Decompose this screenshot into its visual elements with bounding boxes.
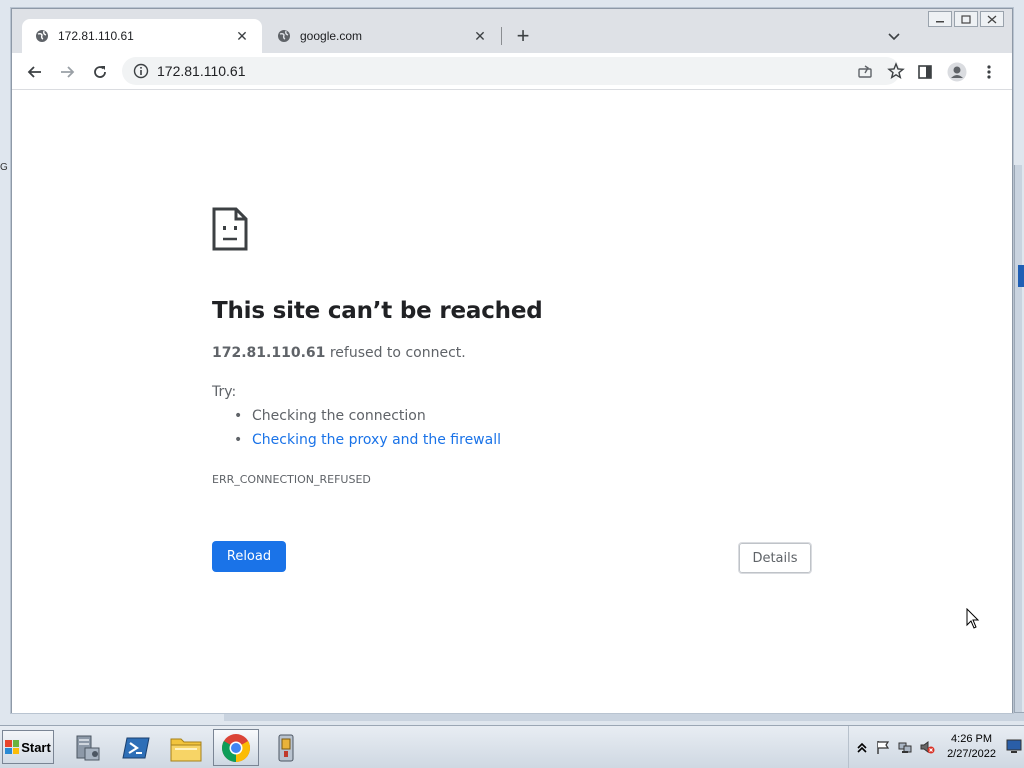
new-tab-button[interactable]: + [512,25,534,48]
tab-strip: 172.81.110.61 ✕ google.com ✕ + [12,9,1012,53]
background-scroll-thumb[interactable] [1018,265,1024,287]
error-description: 172.81.110.61 refused to connect. [212,345,466,361]
suggestion-item: Checking the connection [234,407,501,431]
mouse-cursor-icon [966,607,980,630]
try-label: Try: [212,384,237,400]
error-message: refused to connect. [329,345,466,361]
show-hidden-icons-icon[interactable] [854,739,870,755]
suggestion-list: Checking the connection Checking the pro… [234,407,501,455]
tab-close-icon[interactable]: ✕ [472,28,488,44]
tab-active[interactable]: 172.81.110.61 ✕ [22,19,262,53]
powershell-icon[interactable] [113,729,159,766]
tab-inactive[interactable]: google.com ✕ [264,19,500,53]
info-icon[interactable] [132,62,150,80]
tab-search-icon[interactable] [885,27,903,45]
reload-icon[interactable] [89,61,111,83]
server-manager-icon[interactable] [64,729,110,766]
show-desktop-icon[interactable] [1006,738,1022,754]
globe-icon [34,28,50,44]
reload-button[interactable]: Reload [212,541,286,572]
close-window-button[interactable] [980,11,1004,27]
taskbar: Start 4:26 PM 2/27/2022 [0,725,1024,768]
bookmark-star-icon[interactable] [887,62,905,80]
clock-time: 4:26 PM [951,733,993,745]
share-icon[interactable] [856,62,874,80]
windows-logo-icon [5,740,20,754]
error-page: This site can’t be reached 172.81.110.61… [12,91,1012,713]
address-bar[interactable]: 172.81.110.61 [122,57,905,85]
sad-page-icon [212,207,248,251]
tab-separator [501,27,502,45]
browser-toolbar: 172.81.110.61 [12,53,1012,90]
back-arrow-icon[interactable] [24,61,46,83]
browser-window: 172.81.110.61 ✕ google.com ✕ + 172.81.11… [11,8,1013,713]
chrome-icon[interactable] [213,729,259,766]
forward-arrow-icon[interactable] [56,61,78,83]
start-label: Start [21,739,51,755]
system-tray: 4:26 PM 2/27/2022 [848,726,1024,768]
background-label: G [0,162,8,173]
network-icon[interactable] [897,739,913,755]
tab-close-icon[interactable]: ✕ [234,28,250,44]
background-horizontal-scrollbar[interactable] [224,712,1024,721]
side-panel-icon[interactable] [914,61,936,83]
error-title: This site can’t be reached [212,298,543,324]
suggestion-link-proxy-firewall[interactable]: Checking the proxy and the firewall [234,431,501,455]
tab-title: google.com [300,29,363,43]
restore-button[interactable] [954,11,978,27]
kebab-menu-icon[interactable] [978,61,1000,83]
tab-title: 172.81.110.61 [58,29,134,43]
error-code: ERR_CONNECTION_REFUSED [212,473,371,486]
profile-avatar-icon[interactable] [946,61,968,83]
details-button[interactable]: Details [738,542,812,574]
globe-icon [276,28,292,44]
error-host: 172.81.110.61 [212,345,326,361]
start-button[interactable]: Start [2,730,54,764]
action-center-flag-icon[interactable] [875,739,891,755]
address-text: 172.81.110.61 [157,63,246,79]
minimize-button[interactable] [928,11,952,27]
file-explorer-icon[interactable] [163,729,209,766]
window-controls [928,11,1004,27]
tool-icon[interactable] [263,729,309,766]
clock[interactable]: 4:26 PM 2/27/2022 [947,732,996,762]
clock-date: 2/27/2022 [947,748,996,760]
volume-muted-icon[interactable] [919,739,935,755]
background-scrollbar[interactable] [1014,165,1022,720]
